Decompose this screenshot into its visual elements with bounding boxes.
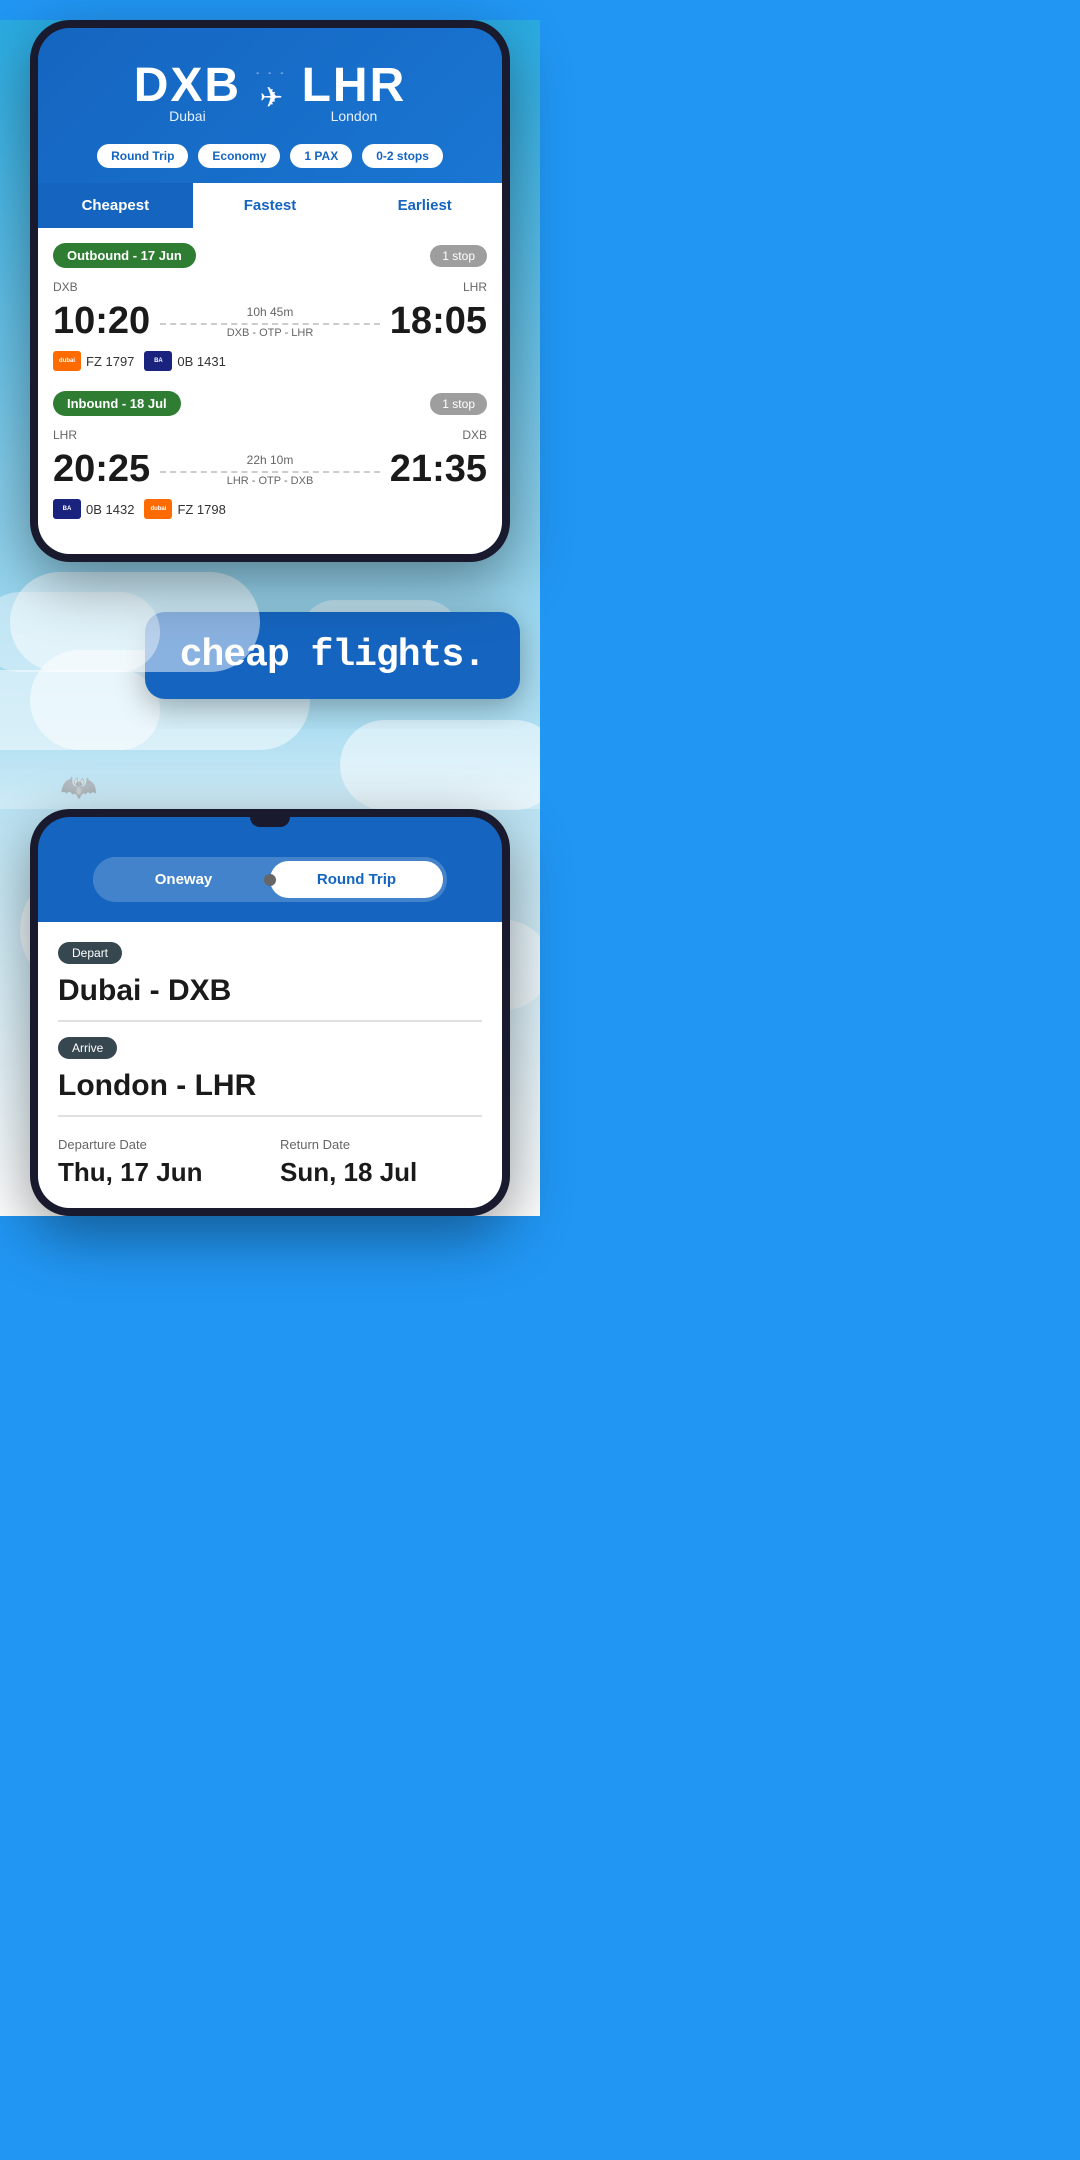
inbound-route-path: LHR - OTP - DXB bbox=[160, 475, 380, 487]
outbound-arrival-airport: LHR bbox=[463, 280, 487, 294]
blueair-logo-2: BA bbox=[53, 499, 81, 519]
outbound-departure-time: 10:20 bbox=[53, 300, 150, 343]
departure-date-value[interactable]: Thu, 17 Jun bbox=[58, 1157, 260, 1188]
outbound-segment: Outbound - 17 Jun 1 stop DXB LHR 10:20 1… bbox=[53, 243, 487, 371]
trip-type-pill[interactable]: Round Trip bbox=[97, 144, 188, 168]
depart-label: Depart bbox=[58, 942, 122, 964]
date-row: Departure Date Thu, 17 Jun Return Date S… bbox=[58, 1132, 482, 1188]
inbound-duration: 22h 10m LHR - OTP - DXB bbox=[150, 453, 390, 487]
inbound-departure-airport: LHR bbox=[53, 428, 77, 442]
depart-value[interactable]: Dubai - DXB bbox=[58, 974, 482, 1022]
outbound-departure-airport: DXB bbox=[53, 280, 78, 294]
flight-results-panel: Outbound - 17 Jun 1 stop DXB LHR 10:20 1… bbox=[38, 228, 502, 554]
outbound-flight-1: FZ 1797 bbox=[86, 354, 134, 369]
inbound-flight-1: 0B 1432 bbox=[86, 502, 134, 517]
outbound-route-path: DXB - OTP - LHR bbox=[160, 327, 380, 339]
tagline-section: cheap flights. bbox=[0, 562, 540, 729]
phone-mockup-flight-results: DXB Dubai - - - ✈ LHR London Round Trip … bbox=[30, 20, 510, 562]
outbound-flight-2: 0B 1431 bbox=[177, 354, 225, 369]
route-info: Round Trip Economy 1 PAX 0-2 stops bbox=[58, 134, 482, 183]
phone-screen-search: Oneway Round Trip Depart Dubai - DXB Arr… bbox=[38, 817, 502, 1208]
flight-search-header: DXB Dubai - - - ✈ LHR London Round Trip … bbox=[38, 28, 502, 183]
duration-line-visual bbox=[160, 323, 380, 325]
inbound-departure-time: 20:25 bbox=[53, 448, 150, 491]
destination-column: LHR London bbox=[302, 58, 407, 124]
outbound-arrival-time: 18:05 bbox=[390, 300, 487, 343]
inbound-arrival-time: 21:35 bbox=[390, 448, 487, 491]
passengers-pill[interactable]: 1 PAX bbox=[290, 144, 352, 168]
airplane-icon: - - - ✈ bbox=[256, 68, 287, 114]
return-date-label: Return Date bbox=[280, 1137, 482, 1152]
return-date-value[interactable]: Sun, 18 Jul bbox=[280, 1157, 482, 1188]
destination-code: LHR bbox=[302, 58, 407, 113]
arrive-field: Arrive London - LHR bbox=[58, 1037, 482, 1117]
inbound-airlines: BA 0B 1432 dubai FZ 1798 bbox=[53, 499, 487, 519]
cloud-mid-2 bbox=[0, 592, 160, 672]
sort-tab-bar: Cheapest Fastest Earliest bbox=[38, 183, 502, 228]
inbound-segment: Inbound - 18 Jul 1 stop LHR DXB 20:25 22… bbox=[53, 391, 487, 519]
phone-screen-results: DXB Dubai - - - ✈ LHR London Round Trip … bbox=[38, 28, 502, 554]
outbound-airlines: dubai FZ 1797 BA 0B 1431 bbox=[53, 351, 487, 371]
search-form-panel: Depart Dubai - DXB Arrive London - LHR D… bbox=[38, 922, 502, 1208]
toggle-roundtrip[interactable]: Round Trip bbox=[270, 861, 443, 898]
outbound-duration: 10h 45m DXB - OTP - LHR bbox=[150, 305, 390, 339]
tab-cheapest[interactable]: Cheapest bbox=[38, 183, 193, 228]
phone-notch bbox=[250, 817, 290, 827]
trip-type-toggle[interactable]: Oneway Round Trip bbox=[93, 857, 447, 902]
departure-date-col: Departure Date Thu, 17 Jun bbox=[58, 1137, 260, 1188]
origin-column: DXB Dubai bbox=[134, 58, 241, 124]
tab-earliest[interactable]: Earliest bbox=[347, 183, 502, 228]
return-date-col: Return Date Sun, 18 Jul bbox=[280, 1137, 482, 1188]
inbound-header: Inbound - 18 Jul 1 stop bbox=[53, 391, 487, 416]
route-display: DXB Dubai - - - ✈ LHR London bbox=[58, 48, 482, 134]
outbound-label: Outbound - 17 Jun bbox=[53, 243, 196, 268]
outbound-stops: 1 stop bbox=[430, 245, 487, 267]
outbound-times: 10:20 10h 45m DXB - OTP - LHR 18:05 bbox=[53, 300, 487, 343]
outbound-airline-1: dubai FZ 1797 bbox=[53, 351, 134, 371]
flydubai-logo-1: dubai bbox=[53, 351, 81, 371]
cloud-gap bbox=[0, 729, 540, 809]
departure-date-label: Departure Date bbox=[58, 1137, 260, 1152]
inbound-duration-text: 22h 10m bbox=[160, 453, 380, 467]
arrive-label: Arrive bbox=[58, 1037, 117, 1059]
inbound-times: 20:25 22h 10m LHR - OTP - DXB 21:35 bbox=[53, 448, 487, 491]
inbound-airline-2: dubai FZ 1798 bbox=[144, 499, 225, 519]
inbound-airline-1: BA 0B 1432 bbox=[53, 499, 134, 519]
inbound-arrival-airport: DXB bbox=[462, 428, 487, 442]
inbound-flight-2: FZ 1798 bbox=[177, 502, 225, 517]
origin-code: DXB bbox=[134, 58, 241, 113]
outbound-header: Outbound - 17 Jun 1 stop bbox=[53, 243, 487, 268]
arrive-value[interactable]: London - LHR bbox=[58, 1069, 482, 1117]
tab-fastest[interactable]: Fastest bbox=[193, 183, 348, 228]
blueair-logo-1: BA bbox=[144, 351, 172, 371]
flydubai-logo-2: dubai bbox=[144, 499, 172, 519]
toggle-dot bbox=[264, 874, 276, 886]
toggle-oneway[interactable]: Oneway bbox=[97, 861, 270, 898]
outbound-airline-2: BA 0B 1431 bbox=[144, 351, 225, 371]
depart-field: Depart Dubai - DXB bbox=[58, 942, 482, 1022]
inbound-label: Inbound - 18 Jul bbox=[53, 391, 181, 416]
outbound-duration-text: 10h 45m bbox=[160, 305, 380, 319]
phone-mockup-search: Oneway Round Trip Depart Dubai - DXB Arr… bbox=[30, 809, 510, 1216]
toggle-container: Oneway Round Trip bbox=[38, 827, 502, 922]
inbound-duration-line-visual bbox=[160, 471, 380, 473]
stops-pill[interactable]: 0-2 stops bbox=[362, 144, 443, 168]
inbound-stops: 1 stop bbox=[430, 393, 487, 415]
cabin-class-pill[interactable]: Economy bbox=[198, 144, 280, 168]
